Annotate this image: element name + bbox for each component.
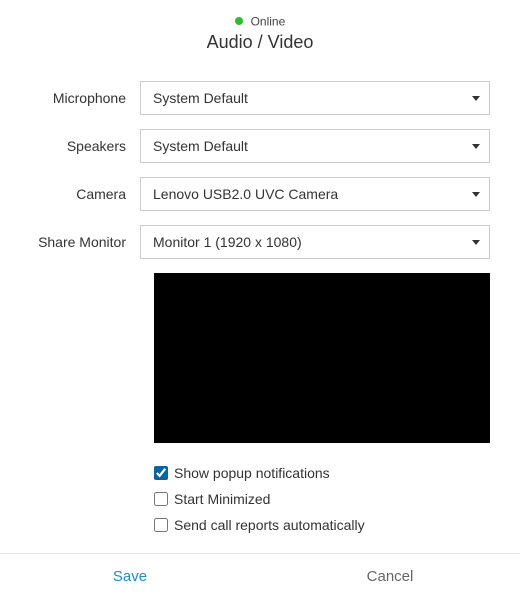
speakers-label: Speakers — [30, 138, 140, 154]
footer: Save Cancel — [0, 553, 520, 599]
send-reports-label: Send call reports automatically — [174, 517, 365, 533]
popup-notifications-checkbox[interactable] — [154, 466, 168, 480]
send-reports-row[interactable]: Send call reports automatically — [154, 517, 490, 533]
save-button[interactable]: Save — [0, 554, 260, 599]
camera-select[interactable]: Lenovo USB2.0 UVC Camera — [140, 177, 490, 211]
status-label: Online — [251, 14, 286, 28]
camera-label: Camera — [30, 186, 140, 202]
camera-value: Lenovo USB2.0 UVC Camera — [153, 186, 338, 202]
share-monitor-label: Share Monitor — [30, 234, 140, 250]
status-row: Online — [30, 12, 490, 28]
microphone-select[interactable]: System Default — [140, 81, 490, 115]
speakers-select[interactable]: System Default — [140, 129, 490, 163]
send-reports-checkbox[interactable] — [154, 518, 168, 532]
popup-notifications-label: Show popup notifications — [174, 465, 330, 481]
start-minimized-checkbox[interactable] — [154, 492, 168, 506]
online-status-icon — [235, 17, 243, 25]
microphone-value: System Default — [153, 90, 248, 106]
start-minimized-row[interactable]: Start Minimized — [154, 491, 490, 507]
popup-notifications-row[interactable]: Show popup notifications — [154, 465, 490, 481]
start-minimized-label: Start Minimized — [174, 491, 270, 507]
microphone-label: Microphone — [30, 90, 140, 106]
share-monitor-value: Monitor 1 (1920 x 1080) — [153, 234, 302, 250]
page-title: Audio / Video — [30, 32, 490, 53]
camera-preview — [154, 273, 490, 443]
share-monitor-select[interactable]: Monitor 1 (1920 x 1080) — [140, 225, 490, 259]
cancel-button[interactable]: Cancel — [260, 554, 520, 599]
speakers-value: System Default — [153, 138, 248, 154]
